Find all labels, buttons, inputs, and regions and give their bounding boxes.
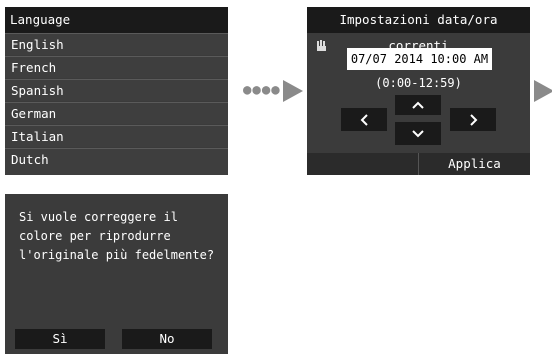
arrow-right-icon <box>283 80 303 102</box>
down-arrow-icon <box>412 130 424 138</box>
dotted-arrow-line: ●●●● <box>243 82 281 98</box>
language-item-english[interactable]: English <box>5 33 228 55</box>
date-time-screen: Impostazioni data/ora correnti 07/07 201… <box>307 7 530 175</box>
language-screen: Language English French Spanish German I… <box>5 7 228 175</box>
language-item-french[interactable]: French <box>5 56 228 78</box>
yes-button[interactable]: Sì <box>15 329 105 349</box>
language-title: Language <box>5 7 228 33</box>
left-arrow-icon <box>360 113 368 126</box>
language-item-italian[interactable]: Italian <box>5 125 228 147</box>
date-time-field[interactable]: 07/07 2014 10:00 AM <box>347 48 492 70</box>
language-item-german[interactable]: German <box>5 102 228 124</box>
up-arrow-icon <box>412 101 424 109</box>
language-item-dutch[interactable]: Dutch <box>5 148 228 175</box>
language-item-spanish[interactable]: Spanish <box>5 79 228 101</box>
down-button[interactable] <box>395 122 441 145</box>
hand-icon <box>317 40 326 51</box>
date-time-title: Impostazioni data/ora correnti <box>307 7 530 53</box>
right-arrow-icon <box>469 113 477 126</box>
arrow-right-icon <box>534 80 552 102</box>
apply-button[interactable]: Applica <box>419 153 530 175</box>
question-text: Si vuole correggere il colore per riprod… <box>19 210 215 262</box>
time-range-hint: (0:00-12:59) <box>375 76 462 90</box>
no-button[interactable]: No <box>122 329 212 349</box>
left-button[interactable] <box>341 108 387 131</box>
right-button[interactable] <box>450 108 496 131</box>
question-screen: Si vuole correggere il colore per riprod… <box>5 194 228 354</box>
up-button[interactable] <box>395 95 441 115</box>
